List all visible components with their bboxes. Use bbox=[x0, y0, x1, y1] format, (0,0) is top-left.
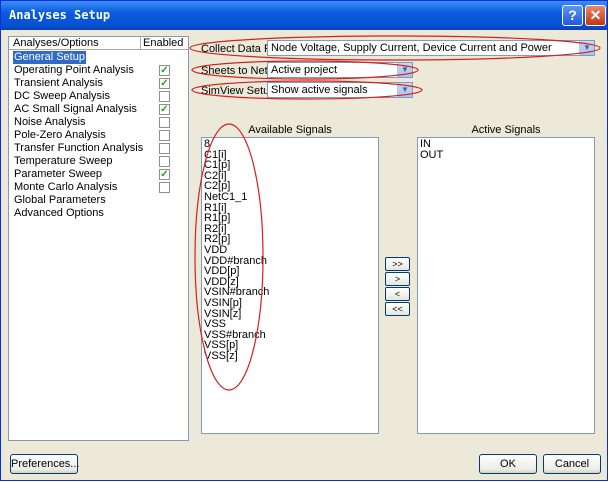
preferences-button[interactable]: Preferences... bbox=[10, 454, 79, 474]
analysis-item-label: DC Sweep Analysis bbox=[14, 90, 110, 102]
analysis-item-label: Transient Analysis bbox=[14, 77, 103, 89]
enabled-checkbox[interactable]: ✓ bbox=[159, 78, 170, 89]
simview-setup-value: Show active signals bbox=[271, 84, 368, 96]
help-button[interactable]: ? bbox=[562, 5, 583, 26]
analysis-item-label: Advanced Options bbox=[14, 207, 104, 219]
ok-button[interactable]: OK bbox=[479, 454, 537, 474]
chevron-down-icon[interactable]: ▼ bbox=[397, 63, 412, 77]
analysis-item-label: Operating Point Analysis bbox=[14, 64, 134, 76]
enabled-checkbox[interactable] bbox=[159, 182, 170, 193]
analysis-item-label: General Setup bbox=[13, 51, 86, 64]
analysis-item[interactable]: Monte Carlo Analysis bbox=[9, 181, 188, 194]
signal-item[interactable]: VSIN[p] bbox=[204, 298, 242, 309]
enabled-checkbox[interactable] bbox=[159, 91, 170, 102]
available-signals-list[interactable]: 8 C1[i] C1[p] C2[i] C2[p] NetC1_1 R1[i] R1[p] R2… bbox=[201, 137, 379, 434]
analysis-item[interactable]: Transient Analysis ✓ bbox=[9, 77, 188, 90]
analysis-item-label: Pole-Zero Analysis bbox=[14, 129, 106, 141]
column-header-analyses[interactable]: Analyses/Options bbox=[13, 37, 141, 50]
enabled-checkbox[interactable] bbox=[159, 117, 170, 128]
analysis-item-label: Transfer Function Analysis bbox=[14, 142, 144, 154]
signal-item[interactable]: VDD bbox=[204, 245, 227, 256]
enabled-checkbox[interactable] bbox=[159, 130, 170, 141]
analysis-item-label: Monte Carlo Analysis bbox=[14, 181, 118, 193]
signal-item[interactable]: OUT bbox=[420, 149, 443, 161]
analysis-item[interactable]: General Setup bbox=[9, 51, 188, 64]
analyses-list-header: Analyses/Options Enabled bbox=[9, 37, 188, 50]
remove-signal-button[interactable]: < bbox=[385, 287, 410, 301]
signal-item[interactable]: 8 bbox=[204, 139, 210, 150]
analysis-item[interactable]: Transfer Function Analysis bbox=[9, 142, 188, 155]
title-bar[interactable]: Analyses Setup ? ✕ bbox=[1, 1, 607, 30]
enabled-checkbox[interactable] bbox=[159, 143, 170, 154]
signal-item[interactable]: IN bbox=[420, 139, 431, 150]
analysis-item[interactable]: Parameter Sweep ✓ bbox=[9, 168, 188, 181]
analysis-item[interactable]: Operating Point Analysis ✓ bbox=[9, 64, 188, 77]
collect-data-value: Node Voltage, Supply Current, Device Cur… bbox=[271, 42, 552, 54]
chevron-down-icon[interactable]: ▼ bbox=[397, 83, 412, 97]
analysis-item[interactable]: Temperature Sweep bbox=[9, 155, 188, 168]
enabled-checkbox[interactable]: ✓ bbox=[159, 104, 170, 115]
signal-item[interactable]: VSS[z] bbox=[204, 351, 238, 362]
analysis-item[interactable]: Pole-Zero Analysis bbox=[9, 129, 188, 142]
analysis-item[interactable]: Noise Analysis bbox=[9, 116, 188, 129]
available-signals-heading: Available Signals bbox=[248, 124, 332, 136]
active-signals-list[interactable]: IN OUT bbox=[417, 137, 595, 434]
chevron-down-icon[interactable]: ▼ bbox=[579, 41, 594, 55]
analysis-item-label: Temperature Sweep bbox=[14, 155, 113, 167]
enabled-checkbox[interactable]: ✓ bbox=[159, 169, 170, 180]
window-title: Analyses Setup bbox=[9, 8, 111, 22]
analyses-setup-dialog: Analyses Setup ? ✕ Analyses/Options Enab… bbox=[0, 0, 608, 481]
active-signals-heading: Active Signals bbox=[471, 124, 541, 136]
add-signal-button[interactable]: > bbox=[385, 272, 410, 286]
analysis-item-label: Parameter Sweep bbox=[14, 168, 103, 180]
column-header-enabled[interactable]: Enabled bbox=[143, 37, 183, 50]
analysis-item-label: Noise Analysis bbox=[14, 116, 86, 128]
enabled-checkbox[interactable]: ✓ bbox=[159, 65, 170, 76]
analysis-item[interactable]: Advanced Options bbox=[9, 207, 188, 220]
remove-all-signals-button[interactable]: << bbox=[385, 302, 410, 316]
analysis-item[interactable]: AC Small Signal Analysis ✓ bbox=[9, 103, 188, 116]
analysis-item-label: Global Parameters bbox=[14, 194, 106, 206]
signal-item[interactable]: NetC1_1 bbox=[204, 192, 247, 203]
add-all-signals-button[interactable]: >> bbox=[385, 257, 410, 271]
simview-setup-select[interactable]: Show active signals ▼ bbox=[267, 82, 413, 98]
analysis-item-label: AC Small Signal Analysis bbox=[14, 103, 137, 115]
sheets-to-netlist-select[interactable]: Active project ▼ bbox=[267, 62, 413, 78]
analyses-list: Analyses/Options Enabled General Setup Op… bbox=[8, 36, 189, 441]
sheets-to-netlist-value: Active project bbox=[271, 64, 338, 76]
close-button[interactable]: ✕ bbox=[585, 5, 606, 26]
simview-setup-label: SimView Setup bbox=[201, 85, 276, 97]
analysis-item[interactable]: Global Parameters bbox=[9, 194, 188, 207]
cancel-button[interactable]: Cancel bbox=[543, 454, 601, 474]
enabled-checkbox[interactable] bbox=[159, 156, 170, 167]
analysis-item[interactable]: DC Sweep Analysis bbox=[9, 90, 188, 103]
collect-data-select[interactable]: Node Voltage, Supply Current, Device Cur… bbox=[267, 40, 595, 56]
